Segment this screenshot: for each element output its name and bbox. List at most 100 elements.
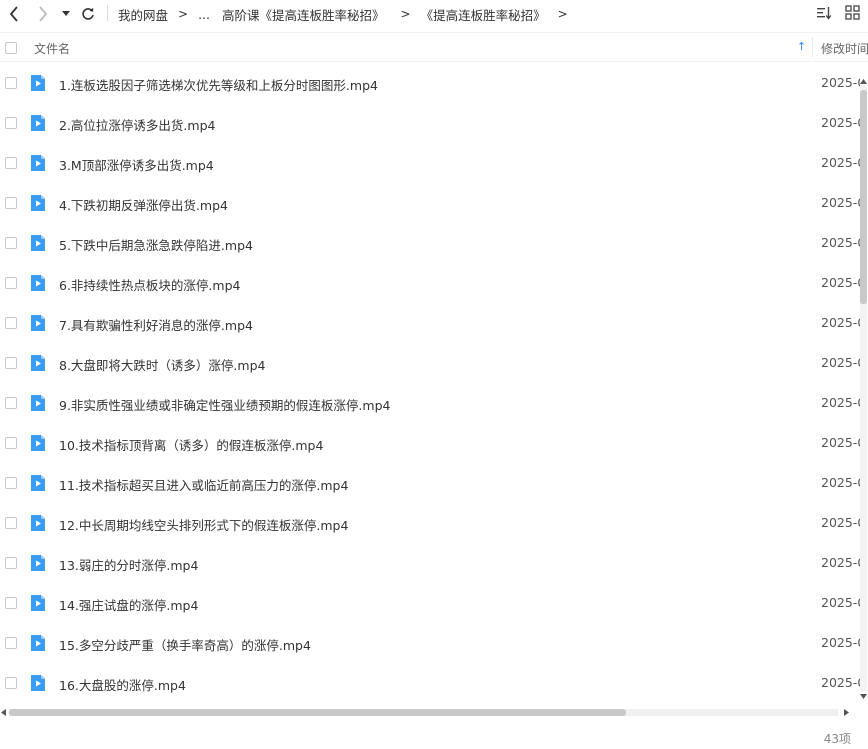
file-name[interactable]: 9.非实质性强业绩或非确定性强业绩预期的假连板涨停.mp4 [59, 395, 390, 414]
file-checkbox[interactable] [5, 597, 17, 609]
grid-view-button[interactable] [845, 5, 860, 24]
grid-view-icon [845, 5, 860, 20]
file-row[interactable]: 14.强庄试盘的涨停.mp4 2025-0 [0, 583, 860, 623]
file-checkbox[interactable] [5, 517, 17, 529]
breadcrumb-item-root[interactable]: 我的网盘 [118, 5, 168, 24]
video-file-icon [31, 595, 45, 611]
scroll-right-arrow-icon[interactable] [844, 709, 850, 716]
breadcrumb-item-course[interactable]: 高阶课《提高连板胜率秘招》 [222, 5, 385, 24]
video-file-icon [31, 195, 45, 211]
file-row[interactable]: 5.下跌中后期急涨急跌停陷进.mp4 2025-0 [0, 223, 860, 263]
vertical-scroll-thumb[interactable] [860, 90, 867, 304]
file-checkbox[interactable] [5, 317, 17, 329]
sort-button[interactable] [816, 5, 832, 25]
file-name[interactable]: 8.大盘即将大跌时（诱多）涨停.mp4 [59, 355, 265, 374]
file-modified-date: 2025-0 [821, 635, 860, 650]
video-file-icon [31, 515, 45, 531]
file-row[interactable]: 13.弱庄的分时涨停.mp4 2025-0 [0, 543, 860, 583]
file-name[interactable]: 14.强庄试盘的涨停.mp4 [59, 595, 198, 614]
forward-button[interactable] [33, 4, 53, 24]
breadcrumb-item-current[interactable]: 《提高连板胜率秘招》 [421, 5, 546, 24]
video-file-icon [31, 155, 45, 171]
file-list-header: 文件名 ↑ 修改时间 [0, 32, 868, 62]
horizontal-scrollbar[interactable] [0, 706, 858, 718]
toolbar: 我的网盘 > ... 高阶课《提高连板胜率秘招》 > 《提高连板胜率秘招》 > [0, 0, 868, 30]
file-checkbox[interactable] [5, 477, 17, 489]
file-name[interactable]: 1.连板选股因子筛选梯次优先等级和上板分时图图形.mp4 [59, 75, 378, 94]
video-file-icon [31, 275, 45, 291]
file-checkbox[interactable] [5, 117, 17, 129]
chevron-right-icon [39, 6, 48, 22]
video-file-icon [31, 355, 45, 371]
breadcrumb-item-ellipsis[interactable]: ... [198, 7, 210, 22]
file-checkbox[interactable] [5, 277, 17, 289]
breadcrumb: 我的网盘 > ... 高阶课《提高连板胜率秘招》 > 《提高连板胜率秘招》 > [118, 4, 578, 24]
file-name[interactable]: 13.弱庄的分时涨停.mp4 [59, 555, 198, 574]
file-modified-date: 2025-0 [821, 195, 860, 210]
file-name[interactable]: 3.M顶部涨停诱多出货.mp4 [59, 155, 214, 174]
file-row[interactable]: 9.非实质性强业绩或非确定性强业绩预期的假连板涨停.mp4 2025-0 [0, 383, 860, 423]
horizontal-scroll-thumb[interactable] [9, 709, 626, 716]
file-name[interactable]: 10.技术指标顶背离（诱多）的假连板涨停.mp4 [59, 435, 323, 454]
file-row[interactable]: 15.多空分歧严重（换手率奇高）的涨停.mp4 2025-0 [0, 623, 860, 663]
video-file-icon [31, 435, 45, 451]
file-modified-date: 2025-0 [821, 595, 860, 610]
chevron-left-icon [9, 6, 18, 22]
sort-ascending-icon[interactable]: ↑ [797, 40, 806, 53]
file-modified-date: 2025-0 [821, 115, 860, 130]
file-row[interactable]: 1.连板选股因子筛选梯次优先等级和上板分时图图形.mp4 2025-0 [0, 63, 860, 103]
file-name[interactable]: 11.技术指标超买且进入或临近前高压力的涨停.mp4 [59, 475, 348, 494]
video-file-icon [31, 75, 45, 91]
column-header-modified-time[interactable]: 修改时间 [821, 40, 868, 57]
file-name[interactable]: 15.多空分歧严重（换手率奇高）的涨停.mp4 [59, 635, 311, 654]
select-all-checkbox[interactable] [5, 42, 17, 54]
file-checkbox[interactable] [5, 397, 17, 409]
file-modified-date: 2025-0 [821, 155, 860, 170]
file-row[interactable]: 10.技术指标顶背离（诱多）的假连板涨停.mp4 2025-0 [0, 423, 860, 463]
file-checkbox[interactable] [5, 237, 17, 249]
file-checkbox[interactable] [5, 357, 17, 369]
file-row[interactable]: 7.具有欺骗性利好消息的涨停.mp4 2025-0 [0, 303, 860, 343]
file-checkbox[interactable] [5, 637, 17, 649]
file-checkbox[interactable] [5, 157, 17, 169]
file-name[interactable]: 7.具有欺骗性利好消息的涨停.mp4 [59, 315, 253, 334]
scroll-left-arrow-icon[interactable] [0, 709, 6, 716]
scroll-down-arrow-icon[interactable] [860, 694, 867, 700]
file-row[interactable]: 11.技术指标超买且进入或临近前高压力的涨停.mp4 2025-0 [0, 463, 860, 503]
file-modified-date: 2025-0 [821, 515, 860, 530]
scroll-up-arrow-icon[interactable] [860, 78, 867, 84]
file-name[interactable]: 6.非持续性热点板块的涨停.mp4 [59, 275, 240, 294]
file-row[interactable]: 16.大盘股的涨停.mp4 2025-0 [0, 663, 860, 703]
refresh-button[interactable] [78, 4, 98, 24]
file-checkbox[interactable] [5, 677, 17, 689]
file-name[interactable]: 2.高位拉涨停诱多出货.mp4 [59, 115, 215, 134]
file-modified-date: 2025-0 [821, 235, 860, 250]
breadcrumb-separator: > [400, 7, 411, 21]
video-file-icon [31, 315, 45, 331]
file-row[interactable]: 4.下跌初期反弹涨停出货.mp4 2025-0 [0, 183, 860, 223]
vertical-scrollbar[interactable] [858, 78, 868, 700]
file-checkbox[interactable] [5, 437, 17, 449]
file-checkbox[interactable] [5, 557, 17, 569]
video-file-icon [31, 395, 45, 411]
file-row[interactable]: 2.高位拉涨停诱多出货.mp4 2025-0 [0, 103, 860, 143]
history-dropdown-button[interactable] [57, 4, 75, 24]
video-file-icon [31, 235, 45, 251]
item-count: 43项 [823, 732, 851, 746]
file-row[interactable]: 6.非持续性热点板块的涨停.mp4 2025-0 [0, 263, 860, 303]
file-row[interactable]: 3.M顶部涨停诱多出货.mp4 2025-0 [0, 143, 860, 183]
video-file-icon [31, 675, 45, 691]
back-button[interactable] [4, 4, 24, 24]
file-name[interactable]: 12.中长周期均线空头排列形式下的假连板涨停.mp4 [59, 515, 348, 534]
file-name[interactable]: 16.大盘股的涨停.mp4 [59, 675, 186, 694]
column-header-name[interactable]: 文件名 [34, 40, 70, 57]
file-checkbox[interactable] [5, 197, 17, 209]
video-file-icon [31, 115, 45, 131]
file-row[interactable]: 12.中长周期均线空头排列形式下的假连板涨停.mp4 2025-0 [0, 503, 860, 543]
file-name[interactable]: 4.下跌初期反弹涨停出货.mp4 [59, 195, 228, 214]
column-resize-handle[interactable] [812, 37, 813, 57]
file-checkbox[interactable] [5, 77, 17, 89]
file-name[interactable]: 5.下跌中后期急涨急跌停陷进.mp4 [59, 235, 253, 254]
file-row[interactable]: 8.大盘即将大跌时（诱多）涨停.mp4 2025-0 [0, 343, 860, 383]
refresh-icon [82, 7, 94, 20]
